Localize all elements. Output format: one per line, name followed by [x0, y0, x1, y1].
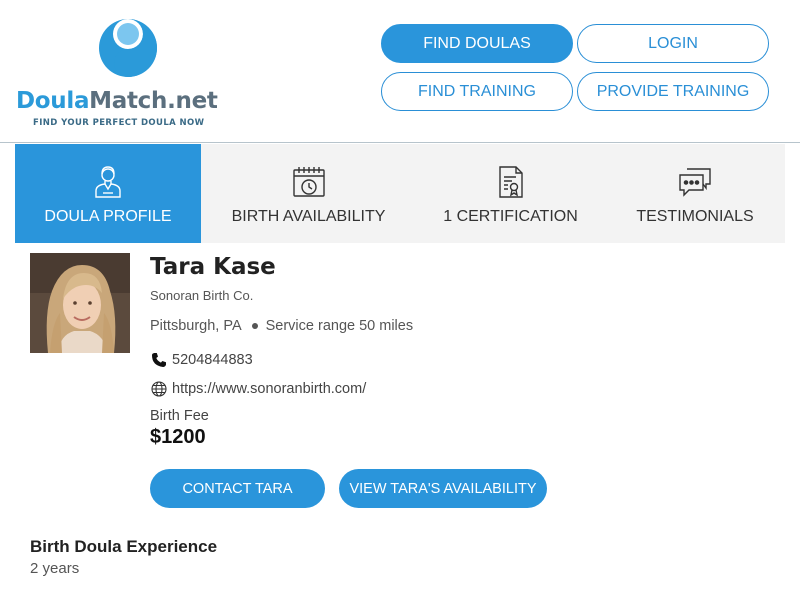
separator-dot	[251, 323, 258, 329]
doula-company: Sonoran Birth Co.	[150, 288, 254, 303]
tab-label: DOULA PROFILE	[44, 208, 172, 225]
experience-heading: Birth Doula Experience	[30, 537, 218, 556]
view-availability-button[interactable]: VIEW TARA'S AVAILABILITY	[339, 469, 547, 508]
globe-icon	[150, 380, 167, 397]
find-training-button[interactable]: FIND TRAINING	[381, 72, 573, 111]
calendar-clock-icon	[289, 162, 329, 202]
logo-wordmark-part1: Doula	[16, 88, 90, 114]
person-icon	[88, 162, 128, 202]
phone-number[interactable]: 5204844883	[172, 352, 253, 368]
chat-bubbles-icon	[675, 162, 715, 202]
logo-wordmark-part2: Match.net	[89, 88, 218, 114]
certificate-icon	[491, 162, 531, 202]
tab-label: TESTIMONIALS	[636, 208, 754, 225]
logo-wordmark: DoulaMatch.net	[16, 88, 218, 114]
phone-icon	[150, 351, 167, 368]
tab-label: BIRTH AVAILABILITY	[231, 208, 386, 225]
site-logo[interactable]: DoulaMatch.net FIND YOUR PERFECT DOULA N…	[16, 10, 226, 135]
birth-fee-value: $1200	[150, 426, 206, 448]
site-header: DoulaMatch.net FIND YOUR PERFECT DOULA N…	[0, 0, 800, 143]
tab-testimonials[interactable]: TESTIMONIALS	[605, 144, 785, 243]
experience-value: 2 years	[30, 560, 80, 577]
profile-tabs: DOULA PROFILE BIRTH AVAILABILITY 1 CERTI…	[15, 144, 785, 243]
contact-doula-button[interactable]: CONTACT TARA	[150, 469, 325, 508]
tab-birth-availability[interactable]: BIRTH AVAILABILITY	[201, 144, 416, 243]
service-range: Service range 50 miles	[265, 318, 414, 334]
website-link[interactable]: https://www.sonoranbirth.com/	[172, 381, 366, 397]
provide-training-button[interactable]: PROVIDE TRAINING	[577, 72, 769, 111]
logo-tagline: FIND YOUR PERFECT DOULA NOW	[33, 118, 205, 128]
location-row: Pittsburgh, PA Service range 50 miles	[150, 318, 413, 334]
doula-name: Tara Kase	[150, 254, 276, 280]
phone-row[interactable]: 5204844883	[150, 351, 253, 368]
website-row[interactable]: https://www.sonoranbirth.com/	[150, 380, 366, 397]
find-doulas-button[interactable]: FIND DOULAS	[381, 24, 573, 63]
tab-doula-profile[interactable]: DOULA PROFILE	[15, 144, 201, 243]
logo-mark-icon	[99, 19, 157, 77]
tab-certification[interactable]: 1 CERTIFICATION	[416, 144, 605, 243]
tab-label: 1 CERTIFICATION	[443, 208, 578, 225]
doula-city: Pittsburgh, PA	[150, 318, 242, 334]
birth-fee-label: Birth Fee	[150, 408, 209, 424]
login-button[interactable]: LOGIN	[577, 24, 769, 63]
doula-profile-photo	[30, 253, 130, 353]
